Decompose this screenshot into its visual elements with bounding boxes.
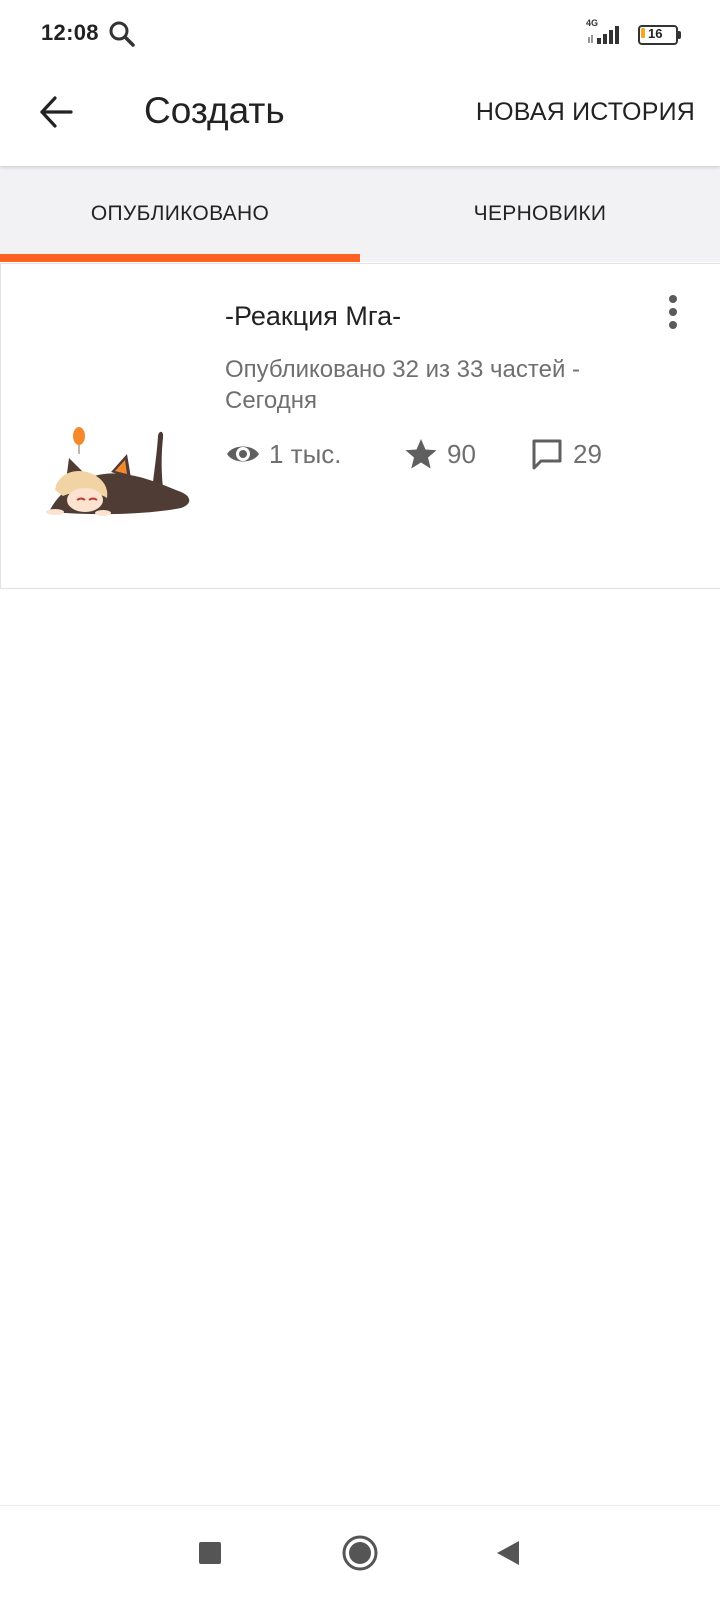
battery-level: 16 — [648, 26, 663, 41]
signal-icon: 4G — [586, 18, 628, 46]
tab-indicator — [0, 254, 360, 262]
home-button[interactable] — [335, 1528, 385, 1578]
status-bar: 12:08 4G 16 — [0, 0, 720, 68]
comment-icon — [532, 439, 562, 470]
tab-published[interactable]: ОПУБЛИКОВАНО — [0, 166, 360, 262]
screen: 12:08 4G 16 Создать НОВАЯ ИСТОРИЯ ОПУБЛИ… — [0, 0, 720, 1600]
status-time: 12:08 — [41, 20, 99, 45]
more-vertical-icon[interactable] — [657, 292, 689, 332]
new-story-button[interactable]: НОВАЯ ИСТОРИЯ — [476, 98, 695, 127]
square-icon — [199, 1542, 221, 1564]
back-button[interactable] — [32, 88, 80, 136]
app-bar: Создать НОВАЯ ИСТОРИЯ — [0, 68, 720, 166]
nav-back-button[interactable] — [483, 1528, 533, 1578]
tab-bar: ОПУБЛИКОВАНО ЧЕРНОВИКИ — [0, 166, 720, 262]
circle-icon — [342, 1535, 378, 1571]
story-cover-image[interactable] — [41, 424, 201, 524]
recents-button[interactable] — [185, 1528, 235, 1578]
star-icon — [405, 439, 437, 469]
story-meta: Опубликовано 32 из 33 частей - Сегодня — [225, 356, 581, 414]
story-title[interactable]: -Реакция Мга- — [225, 301, 401, 332]
reads-count: 1 тыс. — [269, 438, 342, 469]
triangle-back-icon — [497, 1541, 519, 1565]
reads-stat: 1 тыс. — [225, 434, 342, 474]
tab-drafts[interactable]: ЧЕРНОВИКИ — [360, 166, 720, 262]
arrow-left-icon — [40, 96, 73, 128]
search-icon — [109, 21, 135, 47]
comments-stat: 29 — [529, 434, 602, 474]
battery-icon: 16 — [638, 25, 682, 45]
system-nav-bar — [0, 1505, 720, 1600]
eye-icon — [227, 446, 259, 462]
page-title: Создать — [144, 90, 285, 131]
comments-count: 29 — [573, 438, 602, 469]
votes-count: 90 — [447, 438, 476, 469]
story-card[interactable]: -Реакция Мга- Опубликовано 32 из 33 част… — [0, 263, 720, 589]
votes-stat: 90 — [403, 434, 476, 474]
